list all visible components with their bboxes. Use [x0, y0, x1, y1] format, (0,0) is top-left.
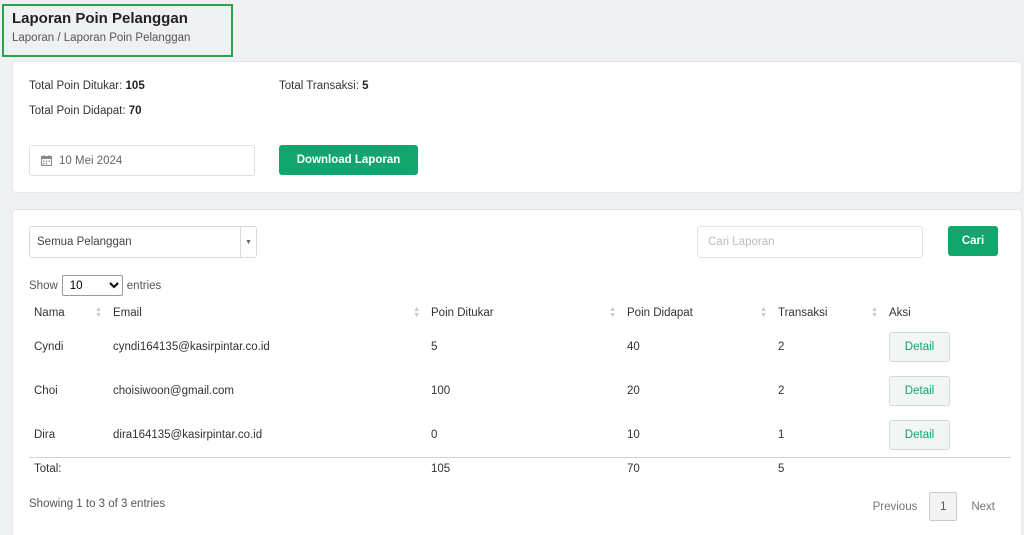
column-header-poin-didapat[interactable]: Poin Didapat ▲ ▼ [622, 301, 773, 325]
table-row: Cyndi cyndi164135@kasirpintar.co.id 5 40… [29, 325, 1011, 369]
column-label: Poin Ditukar [431, 307, 494, 319]
cell-email: choisiwoon@gmail.com [113, 385, 234, 397]
table-header-row: Nama ▲ ▼ Email ▲ ▼ Poin Ditukar ▲ ▼ Poin Didap… [29, 301, 1011, 325]
table-row: Dira dira164135@kasirpintar.co.id 0 10 1… [29, 413, 1011, 457]
total-row: Total: 105 70 5 [29, 456, 1011, 481]
cell-poin-didapat: 10 [627, 428, 640, 441]
cell-poin-didapat: 40 [627, 341, 640, 353]
breadcrumb: Laporan / Laporan Poin Pelanggan [12, 32, 191, 44]
total-transaksi: Total Transaksi: 5 [279, 80, 369, 92]
cell-transaksi: 2 [778, 341, 785, 353]
table-row: Choi choisiwoon@gmail.com 100 20 2 Detai… [29, 369, 1011, 413]
date-picker-field[interactable]: 10 Mei 2024 [29, 145, 255, 176]
cell-transaksi: 2 [778, 385, 785, 397]
pagination: Previous 1 Next [873, 492, 995, 521]
total-transaksi-cell: 5 [773, 456, 884, 481]
total-poin-didapat-value: 70 [128, 105, 142, 117]
column-label: Email [113, 307, 142, 319]
report-table-card: Semua Pelanggan ▼ Cari Show 10 entries N… [12, 209, 1022, 535]
customer-select-value: Semua Pelanggan [37, 236, 132, 248]
page-1-button[interactable]: 1 [929, 492, 958, 521]
cell-nama: Dira [34, 428, 56, 441]
column-label: Poin Didapat [627, 307, 693, 319]
cell-poin-didapat: 20 [627, 385, 640, 397]
summary-card: Total Poin Ditukar: 105 Total Transaksi:… [12, 61, 1022, 193]
column-label: Transaksi [778, 307, 828, 319]
calendar-icon [41, 155, 52, 166]
total-poin-ditukar: Total Poin Ditukar: 105 [29, 80, 145, 92]
total-empty-cell [884, 456, 1011, 481]
search-input[interactable] [697, 226, 923, 258]
detail-button[interactable]: Detail [889, 376, 950, 406]
total-transaksi-label: Total Transaksi: [279, 80, 359, 92]
total-poin-didapat-cell: 70 [622, 456, 773, 481]
page-title: Laporan Poin Pelanggan [12, 10, 188, 27]
detail-button[interactable]: Detail [889, 332, 950, 362]
entries-select[interactable]: 10 [61, 275, 123, 296]
total-poin-ditukar-cell: 105 [426, 456, 622, 481]
next-button[interactable]: Next [971, 501, 995, 513]
cell-transaksi: 1 [778, 428, 785, 441]
customer-select[interactable]: Semua Pelanggan ▼ [29, 226, 257, 258]
detail-button[interactable]: Detail [889, 419, 950, 450]
total-poin-didapat-label: Total Poin Didapat: [29, 105, 126, 117]
sort-icon: ▲ ▼ [413, 306, 420, 319]
cell-aksi: Detail [884, 325, 1011, 369]
sort-icon: ▲ ▼ [95, 306, 102, 319]
cell-email: dira164135@kasirpintar.co.id [113, 428, 263, 441]
total-poin-ditukar-label: Total Poin Ditukar: [29, 80, 123, 92]
search-button[interactable]: Cari [948, 226, 998, 256]
cell-nama: Choi [34, 385, 58, 397]
caret-down-icon: ▼ [240, 227, 256, 257]
total-label: Total: [29, 456, 426, 481]
date-value: 10 Mei 2024 [59, 154, 123, 167]
report-table: Nama ▲ ▼ Email ▲ ▼ Poin Ditukar ▲ ▼ Poin Didap… [29, 301, 1011, 481]
entries-label: entries [126, 279, 162, 292]
previous-button[interactable]: Previous [873, 501, 918, 513]
sort-icon: ▲ ▼ [760, 306, 767, 319]
total-poin-ditukar-value: 105 [125, 80, 145, 92]
column-header-nama[interactable]: Nama ▲ ▼ [29, 301, 108, 325]
cell-aksi: Detail [884, 413, 1011, 457]
cell-email: cyndi164135@kasirpintar.co.id [113, 341, 270, 353]
cell-poin-ditukar: 100 [431, 385, 451, 397]
cell-nama: Cyndi [34, 341, 64, 353]
cell-aksi: Detail [884, 369, 1011, 413]
download-report-button[interactable]: Download Laporan [279, 145, 418, 175]
column-header-email[interactable]: Email ▲ ▼ [108, 301, 426, 325]
table-info: Showing 1 to 3 of 3 entries [29, 498, 166, 510]
total-transaksi-value: 5 [362, 80, 369, 92]
column-label: Nama [34, 307, 65, 319]
column-label: Aksi [889, 307, 911, 319]
sort-icon: ▲ ▼ [871, 306, 878, 319]
cell-poin-ditukar: 0 [431, 428, 438, 441]
column-header-transaksi[interactable]: Transaksi ▲ ▼ [773, 301, 884, 325]
cell-poin-ditukar: 5 [431, 341, 438, 353]
total-poin-didapat: Total Poin Didapat: 70 [29, 105, 142, 117]
sort-icon: ▲ ▼ [609, 306, 616, 319]
show-label: Show [29, 279, 58, 292]
column-header-aksi: Aksi [884, 301, 1011, 325]
column-header-poin-ditukar[interactable]: Poin Ditukar ▲ ▼ [426, 301, 622, 325]
show-entries: Show 10 entries [29, 275, 161, 296]
page-header: Laporan Poin Pelanggan Laporan / Laporan… [2, 4, 233, 57]
